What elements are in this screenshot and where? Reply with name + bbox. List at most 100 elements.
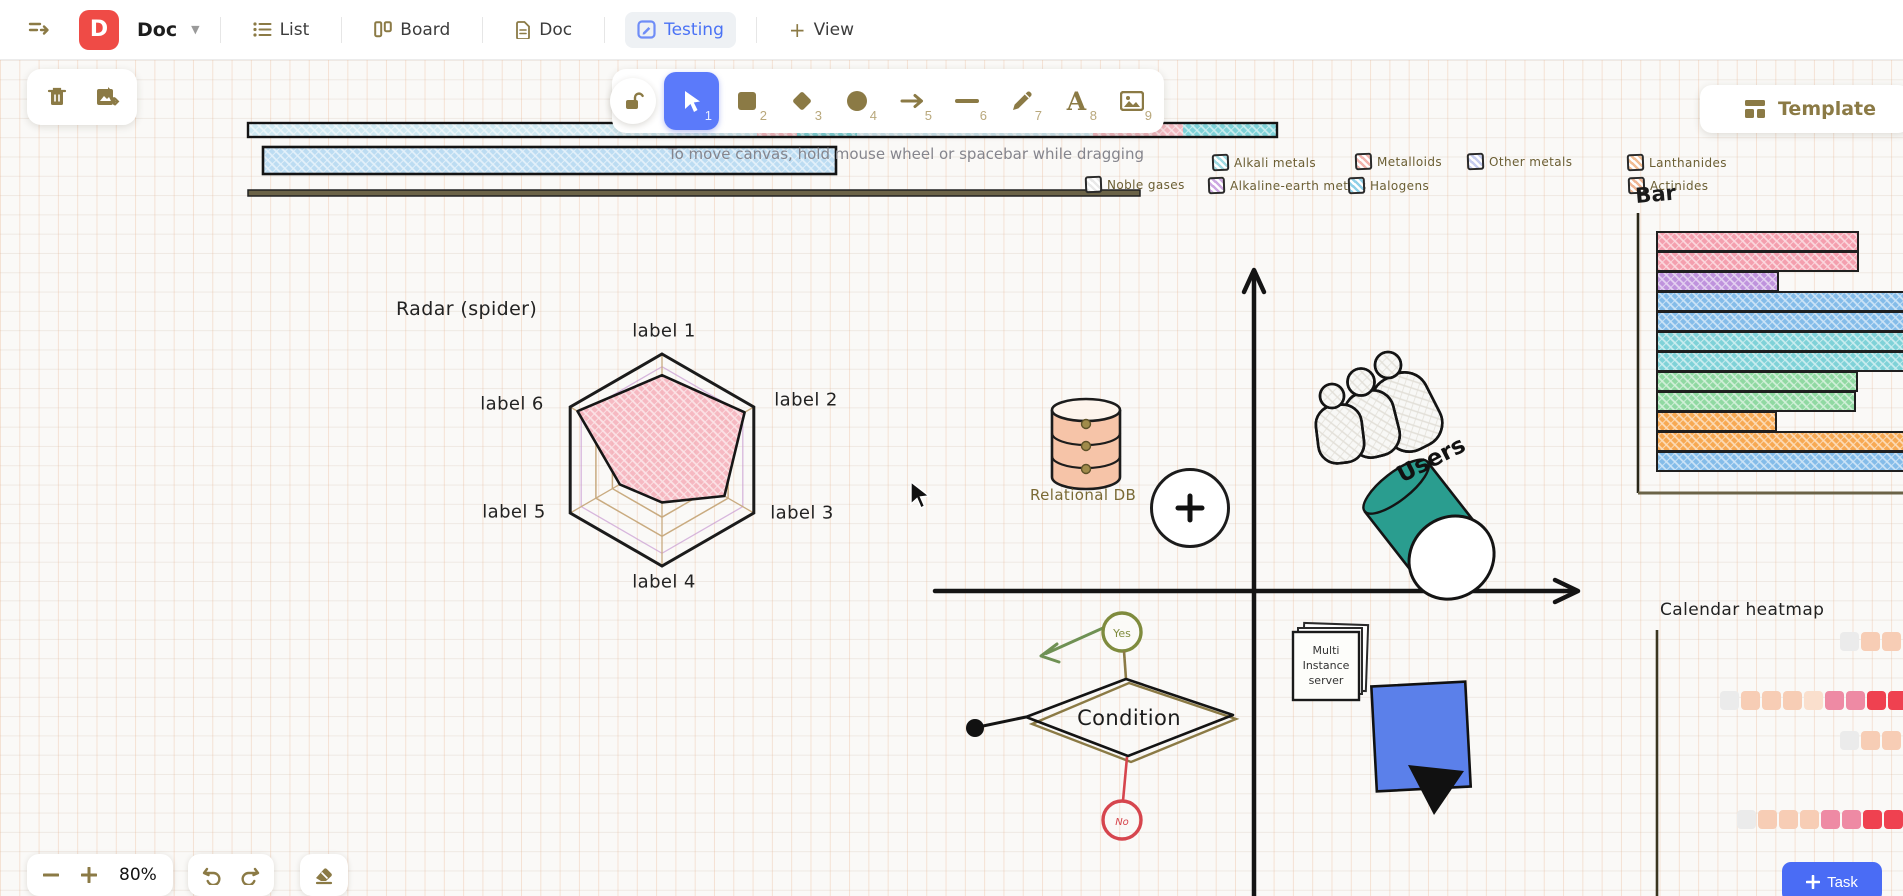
legend-item[interactable]: Metalloids	[1355, 153, 1442, 170]
shape-toolbar: 1 2 3 4 5 6 7 A 8 9	[612, 69, 1164, 133]
tool-text[interactable]: A 8	[1049, 72, 1104, 130]
legend-item[interactable]: Halogens	[1348, 177, 1429, 194]
export-image-button[interactable]	[87, 77, 127, 117]
eraser-button[interactable]	[306, 858, 342, 892]
divider	[220, 17, 221, 43]
note-line-2: Instance	[1303, 659, 1350, 672]
tool-number: 1	[705, 108, 712, 123]
divider	[482, 17, 483, 43]
legend-label: Metalloids	[1377, 153, 1442, 169]
plus-icon	[81, 867, 97, 883]
legend-label: Noble gases	[1107, 176, 1185, 192]
image-icon	[1120, 91, 1144, 111]
legend-label: Other metals	[1489, 153, 1572, 169]
tab-doc[interactable]: Doc	[503, 12, 584, 48]
delete-button[interactable]	[37, 77, 77, 117]
tab-testing[interactable]: Testing	[625, 12, 736, 48]
add-view-button[interactable]: + View	[777, 10, 866, 50]
square-icon	[737, 91, 757, 111]
blue-square-shape[interactable]	[1358, 673, 1478, 823]
radar-axis-label: label 5	[482, 502, 546, 523]
export-image-icon	[94, 85, 120, 109]
zoom-level[interactable]: 80%	[109, 865, 167, 885]
bar-chart[interactable]: Bar	[1630, 175, 1903, 505]
add-view-label: View	[814, 20, 854, 40]
plus-icon: +	[789, 18, 806, 42]
template-button[interactable]: Template	[1700, 85, 1903, 133]
tool-number: 9	[1145, 108, 1152, 123]
tool-image[interactable]: 9	[1104, 72, 1159, 130]
legend-item[interactable]: Other metals	[1467, 153, 1572, 170]
legend-swatch	[1348, 177, 1366, 195]
redo-button[interactable]	[232, 858, 268, 892]
legend-item[interactable]: Alkaline-earth metals	[1208, 177, 1367, 194]
template-label: Template	[1778, 98, 1876, 120]
chevron-down-icon: ▼	[191, 23, 199, 36]
add-shape-circle-button[interactable]	[1150, 468, 1230, 548]
arrow-icon	[900, 93, 924, 109]
heatmap-title: Calendar heatmap	[1660, 600, 1824, 620]
doc-title: Doc	[137, 19, 177, 41]
tool-number: 8	[1090, 108, 1097, 123]
legend-swatch	[1085, 176, 1103, 194]
circle-icon	[846, 90, 868, 112]
tab-label: Doc	[539, 20, 572, 40]
redo-icon	[239, 865, 261, 885]
task-label: Task	[1827, 874, 1858, 891]
board-icon	[374, 21, 392, 38]
tool-pencil[interactable]: 7	[994, 72, 1049, 130]
tab-list[interactable]: List	[241, 12, 322, 48]
relational-db-label: Relational DB	[1030, 486, 1135, 504]
radar-axis-label: label 1	[632, 321, 696, 342]
divider	[604, 17, 605, 43]
tool-line[interactable]: 6	[939, 72, 994, 130]
tool-number: 3	[815, 108, 822, 123]
tool-diamond[interactable]: 3	[774, 72, 829, 130]
tab-board[interactable]: Board	[362, 12, 462, 48]
zoom-out-button[interactable]	[33, 858, 69, 892]
app-header: D Doc ▼ List Board Doc Testing + View	[0, 0, 1903, 60]
tool-select[interactable]: 1	[664, 72, 719, 130]
doc-title-menu[interactable]: Doc ▼	[119, 19, 200, 41]
template-icon	[1744, 99, 1766, 119]
plus-icon	[1806, 875, 1820, 889]
workspace-logo[interactable]: D	[79, 10, 119, 50]
minus-icon	[43, 873, 59, 877]
condition-flowchart[interactable]: Yes Condition No	[955, 600, 1260, 850]
lock-button[interactable]	[610, 78, 656, 124]
tool-square[interactable]: 2	[719, 72, 774, 130]
plus-icon	[1173, 491, 1207, 525]
legend-label: Alkali metals	[1234, 154, 1316, 170]
legend-swatch	[1467, 153, 1485, 171]
users-drawing[interactable]: Users	[1300, 335, 1535, 595]
bar-chart-title: Bar	[1634, 180, 1677, 207]
whiteboard-canvas[interactable]: Noble gases Alkali metals Alkaline-earth m…	[0, 60, 1903, 896]
tab-label: Testing	[664, 20, 724, 40]
tool-circle[interactable]: 4	[829, 72, 884, 130]
tool-arrow[interactable]: 5	[884, 72, 939, 130]
radar-axis-label: label 6	[480, 394, 544, 415]
zoom-controls: 80%	[27, 854, 173, 896]
whiteboard-icon	[637, 20, 656, 39]
add-task-button[interactable]: Task	[1782, 862, 1882, 896]
legend-swatch	[1208, 177, 1226, 195]
tab-label: Board	[400, 20, 450, 40]
line-icon	[955, 97, 979, 105]
legend-item[interactable]: Lanthanides	[1627, 154, 1727, 171]
calendar-heatmap[interactable]	[1652, 620, 1903, 896]
diamond-icon	[791, 90, 813, 112]
zoom-in-button[interactable]	[71, 858, 107, 892]
canvas-hint: To move canvas, hold mouse wheel or spac…	[656, 145, 1156, 163]
undo-button[interactable]	[194, 858, 230, 892]
note-line-3: server	[1309, 674, 1344, 687]
trash-icon	[45, 85, 69, 109]
relational-db-shape[interactable]	[1040, 393, 1135, 493]
mouse-cursor	[908, 480, 934, 510]
radar-title: Radar (spider)	[396, 298, 537, 320]
tab-label: List	[280, 20, 310, 40]
legend-item[interactable]: Alkali metals	[1212, 154, 1316, 171]
text-icon: A	[1067, 87, 1086, 116]
condition-label: Condition	[1077, 706, 1181, 730]
sidebar-toggle-icon[interactable]	[27, 19, 51, 41]
legend-item[interactable]: Noble gases	[1085, 176, 1185, 193]
